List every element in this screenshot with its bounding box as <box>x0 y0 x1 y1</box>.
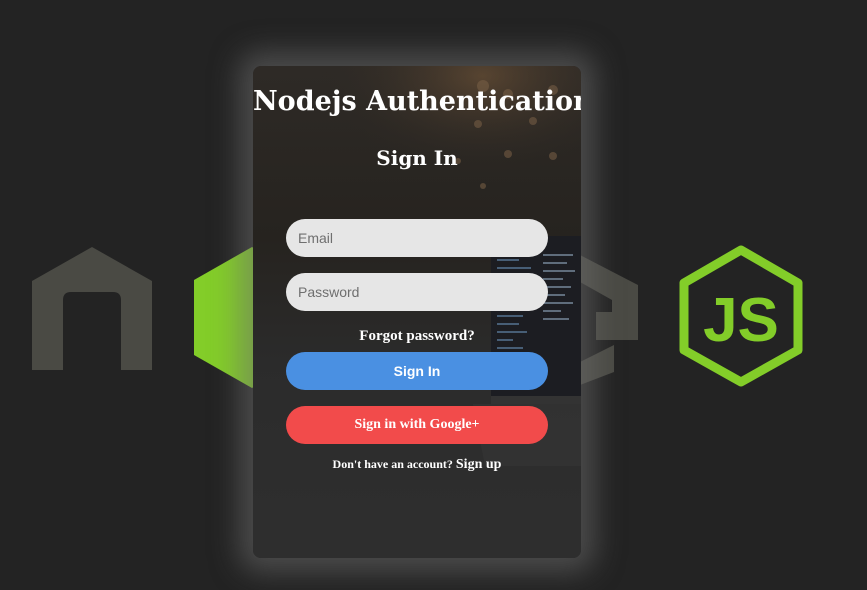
app-title: Nodejs Authentication <box>253 86 581 117</box>
login-form: Nodejs Authentication Sign In Forgot pas… <box>253 66 581 558</box>
node-n-letter-icon <box>32 247 152 370</box>
signup-prompt: Don't have an account? <box>332 457 456 471</box>
login-card: Nodejs Authentication Sign In Forgot pas… <box>253 66 581 558</box>
form-title: Sign In <box>376 146 458 170</box>
sign-up-link[interactable]: Sign up <box>456 457 502 472</box>
password-field[interactable] <box>286 273 548 311</box>
node-e-letter-icon <box>580 255 638 385</box>
forgot-password-link[interactable]: Forgot password? <box>253 328 581 345</box>
sign-in-button[interactable]: Sign In <box>286 352 548 390</box>
google-sign-in-button[interactable]: Sign in with Google+ <box>286 406 548 444</box>
page: JS Nodejs Authentication Sign In Email F… <box>0 0 867 590</box>
email-field[interactable] <box>286 219 548 257</box>
nodejs-js-hexagon-icon: JS <box>679 245 803 387</box>
signup-row: Don't have an account? Sign up <box>253 457 581 473</box>
js-logo-text: JS <box>703 286 779 355</box>
